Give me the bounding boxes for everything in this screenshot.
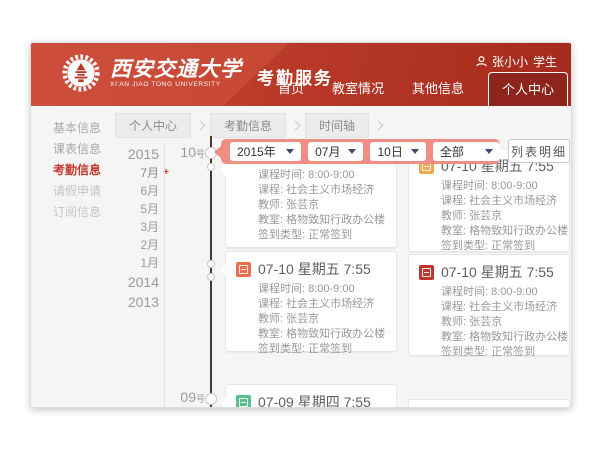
timeline-node[interactable] xyxy=(207,163,215,171)
card-detail-line: 教师: 张芸京 xyxy=(226,312,396,327)
column-divider xyxy=(164,142,165,407)
breadcrumb-chevron-icon xyxy=(374,121,384,131)
card-detail-line: 教师: 张芸京 xyxy=(226,198,396,213)
app-header: 西安交通大学 XI'AN JIAO TONG UNIVERSITY 考勤服务 张… xyxy=(31,43,571,106)
card-detail-line: 签到类型: 正常签到 xyxy=(226,342,396,357)
breadcrumb-personal-center[interactable]: 个人中心 xyxy=(115,113,191,138)
card-detail-line: 教师: 张芸京 xyxy=(409,315,569,330)
card-detail-line: 课程时间: 8:00-9:00 xyxy=(409,179,569,194)
card-detail-line: 课程: 社会主义市场经济 xyxy=(409,300,569,315)
user-name: 张小小 xyxy=(492,53,528,70)
card-detail-line: 课程时间: 8:00-9:00 xyxy=(409,285,569,300)
breadcrumb-chevron-icon xyxy=(291,121,301,131)
chevron-down-icon xyxy=(348,149,356,154)
nav-item-home[interactable]: 首页 xyxy=(264,78,318,106)
university-name-zh: 西安交通大学 xyxy=(110,58,242,80)
timeline-axis xyxy=(210,136,212,407)
attendance-status-icon xyxy=(236,395,251,408)
timeline-nav-month[interactable]: 2月 xyxy=(31,236,159,254)
content-area: 基本信息 课表信息 考勤信息 请假申请 订阅信息 个人中心 考勤信息 时间轴 2… xyxy=(31,106,571,407)
card-detail-line: 课程时间: 8:00-9:00 xyxy=(226,168,396,183)
timeline-nav-month[interactable]: 1月 xyxy=(31,254,159,272)
university-seal-icon xyxy=(61,53,101,93)
timeline-nav-year[interactable]: 2015 xyxy=(31,144,159,164)
attendance-status-icon xyxy=(236,262,251,277)
card-detail-line: 教室: 格物致知行政办公楼 xyxy=(409,224,569,239)
page-background: 西安交通大学 XI'AN JIAO TONG UNIVERSITY 考勤服务 张… xyxy=(0,0,600,450)
timeline-nav-month[interactable]: 6月 xyxy=(31,182,159,200)
university-name-en: XI'AN JIAO TONG UNIVERSITY xyxy=(110,81,242,88)
sidebar-item-basic-info[interactable]: 基本信息 xyxy=(53,119,101,136)
chevron-down-icon xyxy=(485,149,493,154)
timeline-day-marker: 09号 xyxy=(171,389,205,407)
timeline-node[interactable] xyxy=(205,393,217,405)
nav-item-classrooms[interactable]: 教室情况 xyxy=(318,78,398,106)
card-detail-line: 课程: 社会主义市场经济 xyxy=(226,297,396,312)
breadcrumb-timeline[interactable]: 时间轴 xyxy=(305,113,369,138)
card-detail-line: 课程: 社会主义市场经济 xyxy=(226,183,396,198)
timeline-year-nav: 2015 7月+ 6月 5月 3月 2月 1月 2014 2013 xyxy=(31,144,159,312)
timeline-nav-year[interactable]: 2013 xyxy=(31,292,159,312)
attendance-card[interactable]: 课程时间: 8:00-9:00 课程: 社会主义市场经济 教师: 张芸京 教室:… xyxy=(225,151,397,248)
attendance-status-icon xyxy=(419,265,434,280)
attendance-card[interactable]: 07-09 星期四 7:55 xyxy=(225,384,397,407)
timeline-node[interactable] xyxy=(207,260,215,268)
card-detail-line: 教师: 张芸京 xyxy=(409,209,569,224)
attendance-card[interactable]: 07-10 星期五 7:55 课程时间: 8:00-9:00 课程: 社会主义市… xyxy=(408,254,570,356)
breadcrumb-chevron-icon xyxy=(196,121,206,131)
attendance-card-partial[interactable] xyxy=(408,399,570,407)
day-select[interactable]: 10日 xyxy=(370,142,425,161)
timeline-nav-month[interactable]: 5月 xyxy=(31,200,159,218)
card-title: 07-10 星期五 7:55 xyxy=(441,262,554,282)
card-detail-line: 签到类型: 正常签到 xyxy=(409,239,569,254)
breadcrumb: 个人中心 考勤信息 时间轴 xyxy=(115,113,381,138)
timeline-node[interactable] xyxy=(207,273,215,281)
card-detail-line: 教室: 格物致知行政办公楼 xyxy=(409,330,569,345)
card-detail-line: 签到类型: 正常签到 xyxy=(226,228,396,243)
timeline-nav-year[interactable]: 2014 xyxy=(31,272,159,292)
app-window: 西安交通大学 XI'AN JIAO TONG UNIVERSITY 考勤服务 张… xyxy=(30,42,572,408)
card-title: 07-09 星期四 7:55 xyxy=(258,392,371,407)
type-select[interactable]: 全部 xyxy=(433,142,500,161)
card-detail-line: 课程时间: 8:00-9:00 xyxy=(226,282,396,297)
list-detail-button[interactable]: 列表明细 xyxy=(508,139,570,163)
timeline-day-marker: 10号 xyxy=(171,144,205,162)
month-select[interactable]: 07月 xyxy=(308,142,363,161)
brand-text: 西安交通大学 XI'AN JIAO TONG UNIVERSITY xyxy=(110,58,242,88)
chevron-down-icon xyxy=(411,149,419,154)
attendance-card[interactable]: 07-10 星期五 7:55 课程时间: 8:00-9:00 课程: 社会主义市… xyxy=(225,251,397,352)
nav-item-other-info[interactable]: 其他信息 xyxy=(398,78,478,106)
user-info[interactable]: 张小小 学生 xyxy=(476,53,557,70)
year-select[interactable]: 2015年 xyxy=(230,142,301,161)
timeline-nav-month[interactable]: 3月 xyxy=(31,218,159,236)
chevron-down-icon xyxy=(286,149,294,154)
breadcrumb-attendance-info[interactable]: 考勤信息 xyxy=(210,113,286,138)
nav-item-personal-center[interactable]: 个人中心 xyxy=(488,72,568,106)
card-detail-line: 课程: 社会主义市场经济 xyxy=(409,194,569,209)
main-nav: 首页 教室情况 其他信息 个人中心 xyxy=(264,72,571,106)
card-detail-line: 教室: 格物致知行政办公楼 xyxy=(226,327,396,342)
person-icon xyxy=(476,56,487,67)
card-title: 07-10 星期五 7:55 xyxy=(258,259,371,279)
timeline-nav-month-active[interactable]: 7月+ xyxy=(31,164,159,182)
user-role: 学生 xyxy=(533,53,557,70)
card-detail-line: 教室: 格物致知行政办公楼 xyxy=(226,213,396,228)
card-detail-line: 签到类型: 正常签到 xyxy=(409,345,569,360)
date-filter-bubble: 2015年 07月 10日 全部 xyxy=(221,139,500,164)
